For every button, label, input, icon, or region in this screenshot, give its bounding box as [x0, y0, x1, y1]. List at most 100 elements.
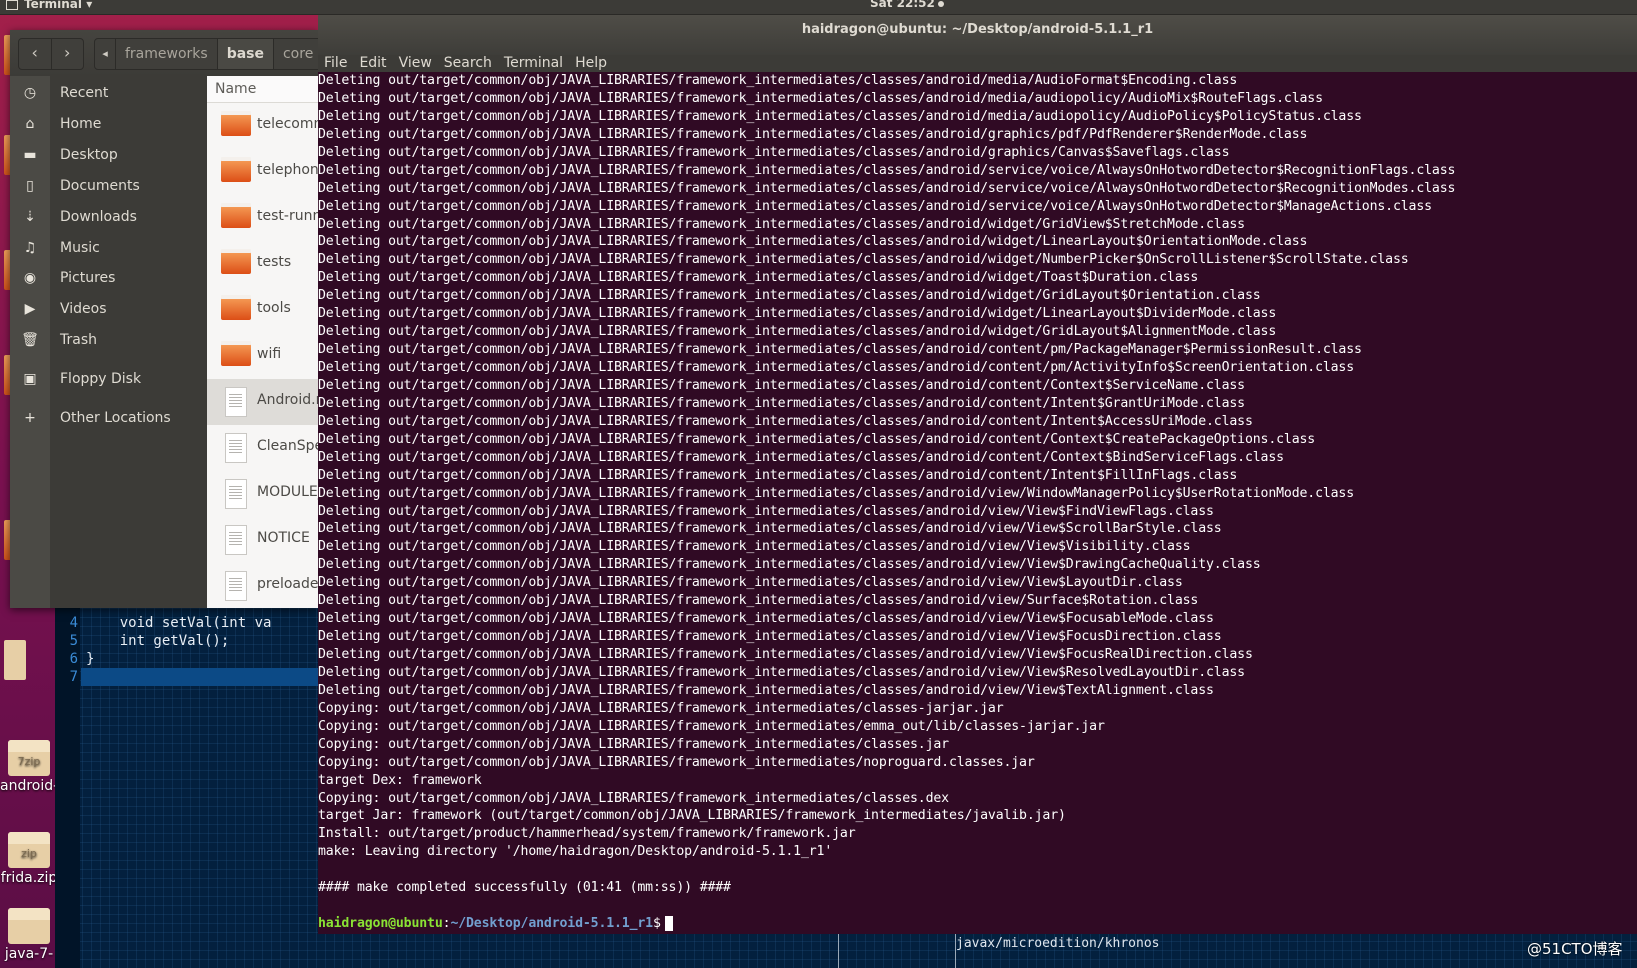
watermark: @51CTO博客	[1527, 940, 1623, 958]
file-row[interactable]: test-runner	[207, 195, 318, 241]
line-number: 7	[69, 669, 78, 685]
terminal-line: Copying: out/target/common/obj/JAVA_LIBR…	[318, 736, 949, 752]
file-list[interactable]: Name telecomm telephony test-runner tests to…	[207, 76, 318, 608]
terminal-line: Deleting out/target/common/obj/JAVA_LIBR…	[318, 521, 1222, 537]
forward-button[interactable]: ›	[50, 39, 84, 69]
file-row[interactable]: tests	[207, 241, 318, 287]
menu-edit[interactable]: Edit	[353, 55, 392, 72]
menu-help[interactable]: Help	[569, 55, 613, 72]
archive-badge: 7zip	[17, 755, 41, 768]
divider	[838, 933, 839, 968]
terminal-line: Deleting out/target/common/obj/JAVA_LIBR…	[318, 234, 1308, 250]
sidebar-item-label: Other Locations	[60, 410, 171, 426]
nav-buttons: ‹ ›	[18, 38, 84, 70]
terminal-line: Deleting out/target/common/obj/JAVA_LIBR…	[318, 180, 1456, 196]
terminal-line: Deleting out/target/common/obj/JAVA_LIBR…	[318, 360, 1355, 375]
terminal-window[interactable]: haidragon@ubuntu: ~/Desktop/android-5.1.…	[318, 15, 1637, 934]
menu-terminal[interactable]: Terminal	[498, 55, 569, 72]
code-text: int getVal();	[86, 633, 230, 649]
terminal-line: Deleting out/target/common/obj/JAVA_LIBR…	[318, 611, 1214, 627]
sidebar-item-label: Desktop	[60, 147, 118, 163]
terminal-line: Deleting out/target/common/obj/JAVA_LIBR…	[318, 252, 1409, 268]
music-icon: ♫	[23, 240, 37, 256]
terminal-line: Deleting out/target/common/obj/JAVA_LIBR…	[318, 288, 1261, 304]
file-manager-window: ‹ › ◂ frameworks base core ◷ Recent ⌂ Home ▬ De…	[10, 30, 326, 608]
terminal-line: Deleting out/target/common/obj/JAVA_LIBR…	[318, 485, 1355, 501]
text-file-icon	[225, 571, 247, 601]
terminal-line: Deleting out/target/common/obj/JAVA_LIBR…	[318, 503, 1214, 519]
download-icon: ⇣	[24, 209, 36, 225]
file-row[interactable]: preloaded-classes	[207, 563, 318, 608]
text-file-icon	[225, 433, 247, 463]
file-name: wifi	[257, 346, 282, 362]
clock-icon: ◷	[23, 85, 37, 101]
file-row[interactable]: CleanSpec.mk	[207, 425, 318, 471]
video-icon: ▶	[24, 301, 36, 317]
clock[interactable]: Sat 22:52	[870, 0, 944, 10]
terminal-line: Deleting out/target/common/obj/JAVA_LIBR…	[318, 539, 1191, 555]
breadcrumb-item-base[interactable]: base	[217, 39, 274, 69]
desktop-archive[interactable]: java-7-	[0, 908, 58, 962]
column-header-name[interactable]: Name	[207, 76, 318, 103]
terminal-line: Deleting out/target/common/obj/JAVA_LIBR…	[318, 377, 1245, 393]
terminal-line: Deleting out/target/common/obj/JAVA_LIBR…	[318, 629, 1222, 645]
desktop-archive[interactable]: zip frida.zip	[0, 832, 58, 886]
desktop-folder-icon[interactable]	[4, 640, 26, 680]
file-name: tools	[257, 300, 291, 316]
breadcrumb-item-core[interactable]: core	[274, 39, 324, 69]
code-line: 5 int getVal();	[55, 632, 230, 650]
desktop-archive[interactable]: 7zip android-5.1.1_r1.7z	[0, 740, 58, 794]
archive-badge: zip	[21, 847, 37, 860]
terminal-output[interactable]: Deleting out/target/common/obj/JAVA_LIBR…	[318, 72, 1637, 933]
text-file-icon	[225, 387, 247, 417]
terminal-line: Deleting out/target/common/obj/JAVA_LIBR…	[318, 467, 1238, 483]
file-name: NOTICE	[257, 530, 310, 546]
file-name: test-runner	[257, 208, 318, 224]
archive-icon: zip	[8, 832, 50, 868]
back-button[interactable]: ‹	[19, 39, 51, 69]
terminal-line: Deleting out/target/common/obj/JAVA_LIBR…	[318, 126, 1308, 142]
menu-file[interactable]: File	[318, 55, 353, 72]
sidebar-item-label: Downloads	[60, 209, 137, 225]
terminal-line: Deleting out/target/common/obj/JAVA_LIBR…	[318, 270, 1199, 286]
status-path: javax/microedition/khronos	[956, 936, 1160, 951]
terminal-line: Deleting out/target/common/obj/JAVA_LIBR…	[318, 449, 1284, 465]
code-line: 4 void setVal(int va	[55, 614, 272, 632]
file-row[interactable]: wifi	[207, 333, 318, 379]
sidebar-item-label: Floppy Disk	[60, 371, 142, 387]
file-row[interactable]: telecomm	[207, 103, 318, 149]
terminal-line: Deleting out/target/common/obj/JAVA_LIBR…	[318, 324, 1277, 340]
line-number: 4	[69, 615, 78, 631]
terminal-line: Deleting out/target/common/obj/JAVA_LIBR…	[318, 593, 1199, 609]
file-row[interactable]: Android.mk	[207, 379, 318, 425]
menu-view[interactable]: View	[393, 55, 438, 72]
terminal-line: Deleting out/target/common/obj/JAVA_LIBR…	[318, 647, 1253, 662]
file-name: telecomm	[257, 116, 318, 132]
desktop-icon-label: frida.zip	[0, 870, 58, 886]
file-row[interactable]: NOTICE	[207, 517, 318, 563]
menu-search[interactable]: Search	[438, 55, 498, 72]
file-name: tests	[257, 254, 292, 270]
terminal-line: Deleting out/target/common/obj/JAVA_LIBR…	[318, 306, 1277, 322]
file-manager-toolbar: ‹ › ◂ frameworks base core	[10, 30, 326, 77]
app-menu[interactable]: Terminal ▾	[6, 0, 92, 11]
file-row[interactable]: telephony	[207, 149, 318, 195]
archive-icon	[8, 908, 50, 944]
text-file-icon	[225, 479, 247, 509]
terminal-line: Deleting out/target/common/obj/JAVA_LIBR…	[318, 664, 1245, 680]
breadcrumb-scroll-left-icon[interactable]: ◂	[95, 39, 116, 69]
camera-icon: ◉	[23, 270, 37, 286]
terminal-line: Deleting out/target/common/obj/JAVA_LIBR…	[318, 73, 1238, 88]
folder-icon	[221, 249, 251, 274]
file-row[interactable]: MODULE_LICENSE_APACHE2	[207, 471, 318, 517]
breadcrumb: ◂ frameworks base core	[94, 38, 326, 70]
terminal-line: #### make completed successfully (01:41 …	[318, 880, 731, 896]
top-panel: Terminal ▾ Sat 22:52	[0, 0, 1637, 15]
file-name: CleanSpec.mk	[257, 438, 318, 454]
terminal-prompt[interactable]: haidragon@ubuntu:~/Desktop/android-5.1.1…	[318, 915, 1637, 933]
prompt-symbol: $	[652, 916, 661, 932]
sidebar: ◷ Recent ⌂ Home ▬ Desktop ▯ Documents ⇣ Downloads…	[21, 76, 207, 608]
breadcrumb-item-frameworks[interactable]: frameworks	[116, 39, 218, 69]
archive-icon: 7zip	[8, 740, 50, 776]
file-row[interactable]: tools	[207, 287, 318, 333]
